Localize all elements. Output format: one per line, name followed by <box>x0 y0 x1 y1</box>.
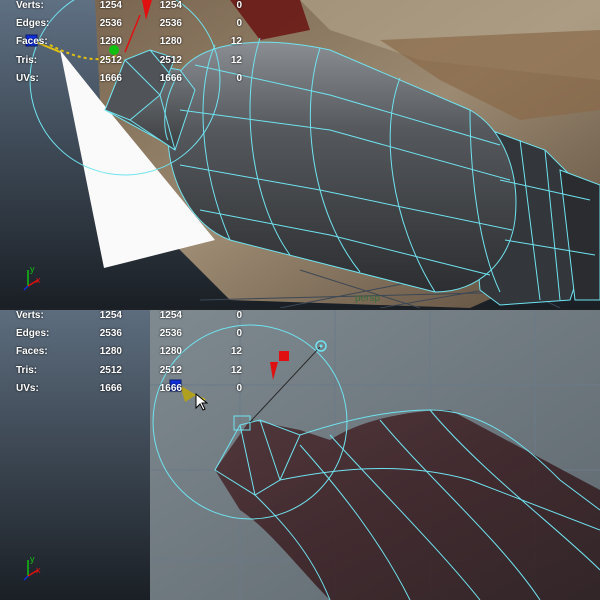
axis-label-x: x <box>36 275 41 285</box>
axis-label-y: y <box>30 554 35 564</box>
viewport-camera-label: persp <box>355 293 381 304</box>
axis-label-x: x <box>36 565 41 575</box>
bottom-viewport-scene[interactable] <box>0 310 600 600</box>
top-viewport[interactable]: Verts: 1254 1254 0 Edges: 2536 2536 0 Fa… <box>0 0 600 308</box>
bottom-viewport[interactable]: Verts: 1254 1254 0 Edges: 2536 2536 0 Fa… <box>0 310 600 600</box>
top-viewport-scene[interactable] <box>0 0 600 308</box>
axis-label-y: y <box>30 264 35 274</box>
